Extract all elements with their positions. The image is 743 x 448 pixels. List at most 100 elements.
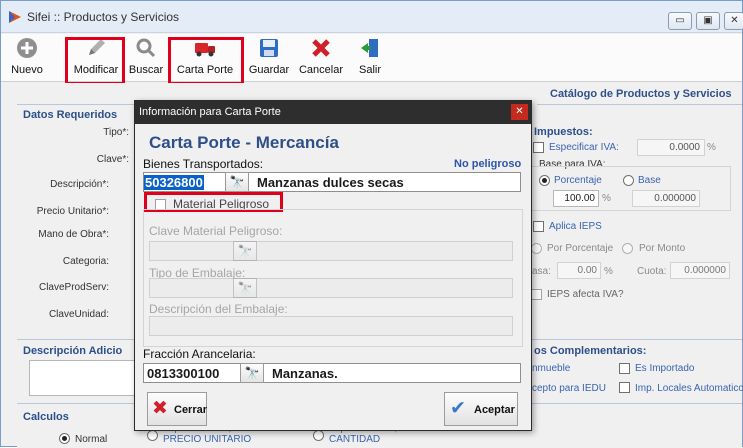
buscar-button[interactable]: Buscar xyxy=(127,37,165,79)
title-bar: Sifei :: Productos y Servicios ▭ ▣ ✕ xyxy=(1,1,743,33)
clave-prod-serv-label: ClaveProdServ: xyxy=(38,282,109,293)
base-label: Base xyxy=(638,175,661,186)
clave-material-label: Clave Material Peligroso: xyxy=(149,224,283,238)
es-importado-label: Es Importado xyxy=(635,363,695,374)
fraccion-description: Manzanas. xyxy=(272,366,338,381)
exit-door-icon xyxy=(355,37,385,61)
guardar-button[interactable]: Guardar xyxy=(247,37,291,79)
especificar-iva-label: Especificar IVA: xyxy=(549,142,619,153)
calculos-title: Calculos xyxy=(23,411,69,423)
descripcion-embalaje-label: Descripción del Embalaje: xyxy=(149,302,288,316)
descripcion-adicional-input[interactable] xyxy=(29,360,139,396)
base-radio[interactable] xyxy=(623,175,634,186)
tipo-embalaje-field[interactable] xyxy=(149,278,513,298)
concepto-iedu-label: cepto para IEDU xyxy=(532,383,606,394)
main-window: Sifei :: Productos y Servicios ▭ ▣ ✕ Nue… xyxy=(0,0,743,448)
cerrar-button[interactable]: ✖ Cerrar xyxy=(147,392,207,426)
por-porcentaje-radio[interactable] xyxy=(531,243,542,254)
truck-icon xyxy=(173,37,237,61)
ieps-afecta-iva-label: IEPS afecta IVA? xyxy=(547,289,624,300)
ieps-afecta-iva-checkbox[interactable] xyxy=(531,289,542,300)
dialog-close-button[interactable]: ✕ xyxy=(511,104,528,120)
impuestos-title: Impuestos: xyxy=(534,126,593,138)
clave-material-field[interactable] xyxy=(149,241,513,261)
iva-input[interactable]: 0.0000 xyxy=(637,139,705,156)
aplica-ieps-checkbox[interactable] xyxy=(533,221,544,232)
minimize-button[interactable]: ▭ xyxy=(668,12,692,30)
salir-button[interactable]: Salir xyxy=(355,37,385,79)
aceptar-button[interactable]: ✔ Aceptar xyxy=(444,392,518,426)
inmueble-label: nmueble xyxy=(532,363,571,374)
iva-pct: % xyxy=(707,142,716,153)
save-icon xyxy=(247,37,291,61)
tipo-label: Tipo*: xyxy=(103,127,129,138)
bienes-search-button[interactable]: 🔭 xyxy=(225,172,249,192)
cuota-label: Cuota: xyxy=(637,266,667,277)
catalog-title: Catálogo de Productos y Servicios xyxy=(550,88,732,100)
binoculars-icon: 🔭 xyxy=(237,281,253,295)
categoria-label: Categoria: xyxy=(62,256,109,267)
normal-radio[interactable] xyxy=(59,433,70,444)
clave-material-search-button[interactable]: 🔭 xyxy=(233,241,257,261)
window-title: Sifei :: Productos y Servicios xyxy=(27,10,180,24)
toolbar: Nuevo Modificar Buscar Carta Porte Guard… xyxy=(1,34,742,82)
maximize-button[interactable]: ▣ xyxy=(696,12,720,30)
tipo-embalaje-search-button[interactable]: 🔭 xyxy=(233,278,257,298)
dialog-heading: Carta Porte - Mercancía xyxy=(149,133,339,152)
tasa-input[interactable]: 0.00 xyxy=(557,262,601,279)
dialog-header: Información para Carta Porte ✕ xyxy=(135,101,531,124)
fraccion-code-input[interactable]: 0813300100 xyxy=(147,366,219,381)
no-peligroso-label: No peligroso xyxy=(454,158,522,170)
por-monto-label: Por Monto xyxy=(639,243,686,254)
imp-locales-label: Imp. Locales Automatico xyxy=(635,383,743,394)
cantidad-calc: CANTIDAD xyxy=(329,434,381,445)
cancelar-button[interactable]: Cancelar xyxy=(297,37,345,79)
cuota-input[interactable]: 0.000000 xyxy=(670,262,730,279)
imp-locales-checkbox[interactable] xyxy=(619,382,630,393)
precio-unitario-calc: PRECIO UNITARIO xyxy=(163,434,252,445)
nuevo-button[interactable]: Nuevo xyxy=(7,37,47,79)
normal-label: Normal xyxy=(75,434,108,445)
close-window-button[interactable]: ✕ xyxy=(724,12,743,30)
clave-label: Clave*: xyxy=(96,154,129,165)
porcentaje-radio[interactable] xyxy=(539,175,550,186)
porcentaje-pct: % xyxy=(602,193,611,204)
fraccion-label: Fracción Arancelaria: xyxy=(143,347,256,361)
binoculars-icon: 🔭 xyxy=(237,244,253,258)
fraccion-search-button[interactable]: 🔭 xyxy=(240,363,264,383)
modificar-button[interactable]: Modificar xyxy=(69,37,123,79)
close-x-icon: ✖ xyxy=(152,398,168,419)
bienes-description: Manzanas dulces secas xyxy=(257,175,404,190)
cancel-x-icon xyxy=(297,37,345,61)
aplica-ieps-label: Aplica IEPS xyxy=(549,221,602,232)
descripcion-label: Descripción*: xyxy=(50,179,109,190)
tasa-label: asa: xyxy=(532,266,551,277)
carta-porte-button[interactable]: Carta Porte xyxy=(173,37,237,79)
section-divider xyxy=(17,104,137,105)
tasa-pct: % xyxy=(604,266,613,277)
mano-obra-label: Mano de Obra*: xyxy=(38,229,109,240)
carta-porte-dialog: Información para Carta Porte ✕ Carta Por… xyxy=(134,100,532,431)
precio-unitario-label: Precio Unitario*: xyxy=(36,206,109,217)
calc-cantidad-radio[interactable] xyxy=(313,430,324,441)
base-input[interactable]: 0.000000 xyxy=(632,190,700,207)
app-icon xyxy=(9,11,21,23)
add-icon xyxy=(7,37,47,61)
porcentaje-input[interactable]: 100.00 xyxy=(553,190,599,207)
clave-unidad-label: ClaveUnidad: xyxy=(48,309,109,320)
especificar-iva-checkbox[interactable] xyxy=(533,142,544,153)
descripcion-embalaje-field[interactable] xyxy=(149,316,513,336)
por-monto-radio[interactable] xyxy=(622,243,633,254)
descripcion-adicional-title: Descripción Adicio xyxy=(23,345,123,357)
pencil-icon xyxy=(69,37,123,61)
por-porcentaje-label: Por Porcentaje xyxy=(547,243,614,254)
dialog-title: Información para Carta Porte xyxy=(139,106,281,118)
bienes-code-input[interactable]: 50326800 xyxy=(144,175,204,190)
porcentaje-label: Porcentaje xyxy=(554,175,602,186)
binoculars-icon: 🔭 xyxy=(229,175,245,189)
search-icon xyxy=(127,37,165,61)
bienes-label: Bienes Transportados: xyxy=(143,157,264,171)
calc-precio-radio[interactable] xyxy=(147,430,158,441)
datos-requeridos-title: Datos Requeridos xyxy=(23,109,118,121)
es-importado-checkbox[interactable] xyxy=(619,363,630,374)
